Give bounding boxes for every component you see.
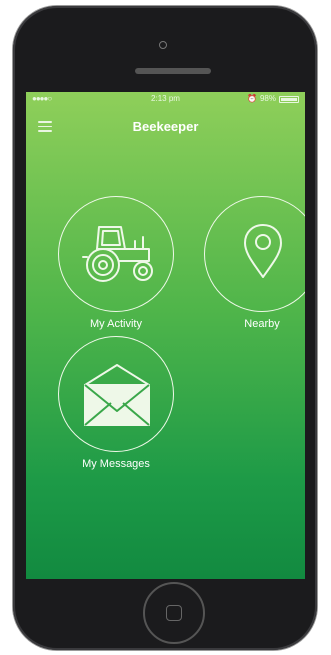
battery-group: ⏰ 98% bbox=[247, 92, 299, 106]
alarm-clock-icon: ⏰ bbox=[247, 94, 257, 103]
app-screen: ●●●●○ 2:13 pm ⏰ 98% Beekeeper My Activit… bbox=[26, 92, 305, 579]
tile-my-messages[interactable]: My Messages bbox=[57, 336, 175, 470]
my-activity-circle bbox=[58, 196, 174, 312]
envelope-open-icon bbox=[84, 364, 150, 426]
tractor-icon bbox=[82, 226, 153, 282]
map-pin-icon bbox=[244, 224, 282, 278]
tile-my-activity[interactable]: My Activity bbox=[57, 196, 175, 330]
my-messages-label: My Messages bbox=[82, 458, 150, 470]
phone-frame: ●●●●○ 2:13 pm ⏰ 98% Beekeeper My Activit… bbox=[13, 6, 317, 650]
nav-bar: Beekeeper bbox=[26, 112, 305, 142]
my-activity-label: My Activity bbox=[90, 318, 142, 330]
battery-icon bbox=[279, 95, 299, 103]
earpiece-speaker bbox=[135, 68, 211, 74]
home-square-icon bbox=[166, 605, 182, 621]
my-messages-circle bbox=[58, 336, 174, 452]
home-button[interactable] bbox=[143, 582, 205, 644]
nearby-circle bbox=[204, 196, 305, 312]
tile-nearby[interactable]: Nearby bbox=[203, 196, 305, 330]
status-bar: ●●●●○ 2:13 pm ⏰ 98% bbox=[26, 92, 305, 106]
battery-percent: 98% bbox=[259, 94, 276, 103]
battery-fill bbox=[281, 97, 297, 101]
page-title: Beekeeper bbox=[132, 119, 199, 134]
nearby-label: Nearby bbox=[244, 318, 280, 330]
front-camera bbox=[159, 41, 167, 49]
